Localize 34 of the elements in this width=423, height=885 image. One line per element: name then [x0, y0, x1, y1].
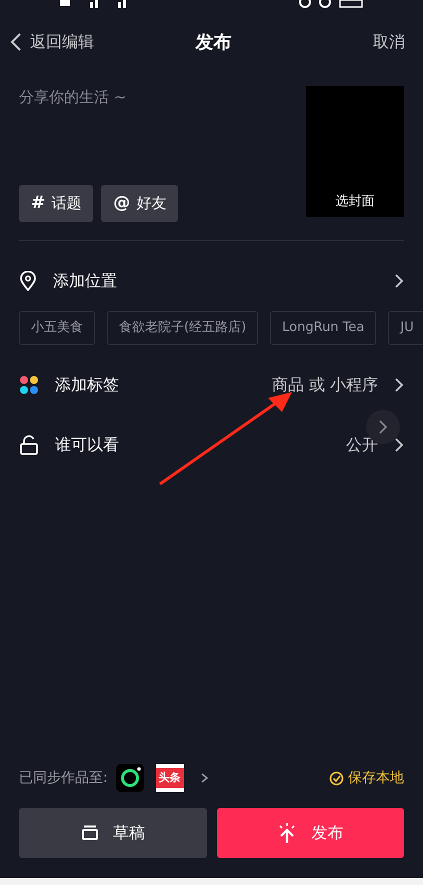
location-pin-icon	[19, 271, 37, 291]
publish-button[interactable]: 发布	[216, 808, 404, 858]
draft-button[interactable]: 草稿	[19, 808, 206, 858]
caption-field[interactable]: 分享你的生活 ~	[19, 86, 296, 108]
location-chip[interactable]: LongRun Tea	[270, 311, 376, 344]
eye-icon	[299, 0, 311, 8]
check-circle-icon	[329, 770, 344, 786]
cover-picker[interactable]: 选封面	[306, 86, 404, 217]
draft-icon	[80, 825, 99, 841]
save-local-toggle[interactable]: 保存本地	[329, 768, 404, 788]
cancel-link[interactable]: 取消	[373, 30, 405, 54]
battery-icon	[339, 0, 363, 8]
back-icon	[10, 32, 22, 52]
page-title: 发布	[194, 30, 232, 54]
ring-app-icon[interactable]	[116, 764, 144, 792]
chevron-icon	[394, 436, 404, 452]
sync-label: 已同步作品至:	[19, 768, 108, 788]
add-location-label[interactable]: 添加位置	[53, 269, 378, 293]
location-chip[interactable]: 小五美食	[19, 311, 95, 344]
insert-button[interactable]: @ 好友	[101, 185, 178, 222]
news-app-icon[interactable]: 头条	[156, 764, 184, 792]
location-chip[interactable]: 食欲老院子(经五路店)	[107, 311, 258, 344]
visibility-label[interactable]: 谁可以看	[55, 432, 330, 456]
chevron-icon	[394, 273, 404, 289]
insert-button[interactable]: # 话题	[19, 185, 94, 222]
chevron-icon	[394, 376, 404, 392]
upload-icon	[277, 822, 298, 844]
colored-dots-icon	[19, 374, 39, 394]
add-tag-label[interactable]: 添加标签	[55, 372, 256, 396]
unlock-icon	[19, 434, 39, 454]
back-link[interactable]: 返回编辑	[10, 30, 94, 54]
clock-icon	[319, 0, 331, 8]
location-chip[interactable]: JU	[388, 311, 423, 344]
tag-hint: 商品 或 小程序	[272, 374, 378, 396]
